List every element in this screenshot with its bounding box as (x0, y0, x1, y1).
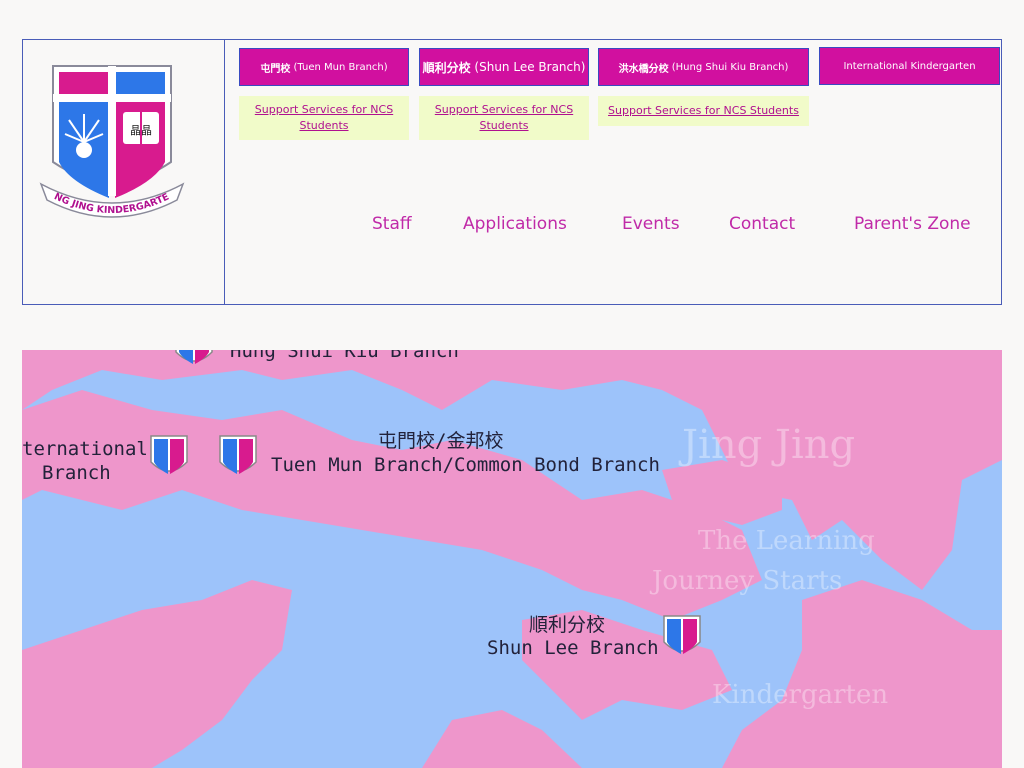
nav-applications[interactable]: Applications (463, 214, 567, 234)
map-label-hung-shui-kiu: Hung Shui Kiu Branch (230, 350, 459, 362)
watermark-text: Jing Jing (682, 422, 856, 468)
logo-cell: 晶晶 JING JING KINDERGARTEN (23, 40, 225, 304)
nav-staff[interactable]: Staff (372, 214, 412, 234)
branch-zh-label: 洪水橋分校 (618, 63, 669, 75)
branch-pin-icon[interactable] (216, 432, 260, 482)
watermark-text: Journey Starts (652, 566, 843, 596)
branch-en-label: (Shun Lee Branch) (474, 60, 586, 74)
branch-en-label: International Kindergarten (843, 60, 976, 72)
branch-pin-icon[interactable] (172, 350, 216, 372)
nav-events[interactable]: Events (622, 214, 680, 234)
map-label-tuen-mun-en: Tuen Mun Branch/Common Bond Branch (271, 454, 660, 476)
school-logo-icon[interactable]: 晶晶 JING JING KINDERGARTEN (39, 52, 185, 218)
branch-pin-icon[interactable] (660, 612, 704, 662)
map-label-international-branch: Branch (42, 462, 111, 484)
nav-parents-zone[interactable]: Parent's Zone (854, 214, 971, 234)
branch-button-shun-lee[interactable]: 順利分校 (Shun Lee Branch) (419, 48, 589, 86)
site-header: 晶晶 JING JING KINDERGARTEN 屯門校 (Tuen Mun … (22, 39, 1002, 305)
ncs-support-link-tuen-mun[interactable]: Support Services for NCS Students (239, 96, 409, 140)
branch-en-label: (Hung Shui Kiu Branch) (671, 61, 789, 73)
watermark-text: The Learning (698, 526, 875, 556)
branch-button-hung-shui-kiu[interactable]: 洪水橋分校 (Hung Shui Kiu Branch) (598, 48, 809, 86)
branch-button-tuen-mun[interactable]: 屯門校 (Tuen Mun Branch) (239, 48, 409, 86)
map-label-tuen-mun-zh: 屯門校/金邦校 (378, 430, 504, 452)
branch-zh-label: 順利分校 (422, 60, 471, 75)
branch-button-international[interactable]: International Kindergarten (819, 47, 1000, 85)
branch-pin-icon[interactable] (147, 432, 191, 482)
logo-book-text: 晶晶 (130, 124, 152, 137)
branch-map: Jing Jing The Learning Journey Starts Ki… (22, 350, 1002, 768)
watermark-text: Kindergarten (712, 680, 889, 710)
map-label-international: ternational (22, 438, 148, 460)
branch-en-label: (Tuen Mun Branch) (293, 61, 388, 73)
branch-zh-label: 屯門校 (260, 63, 291, 75)
nav-contact[interactable]: Contact (729, 214, 795, 234)
map-label-shun-lee-en: Shun Lee Branch (487, 637, 659, 659)
ncs-support-link-hung-shui-kiu[interactable]: Support Services for NCS Students (598, 96, 809, 126)
ncs-support-link-shun-lee[interactable]: Support Services for NCS Students (419, 96, 589, 140)
map-label-shun-lee-zh: 順利分校 (529, 614, 606, 636)
